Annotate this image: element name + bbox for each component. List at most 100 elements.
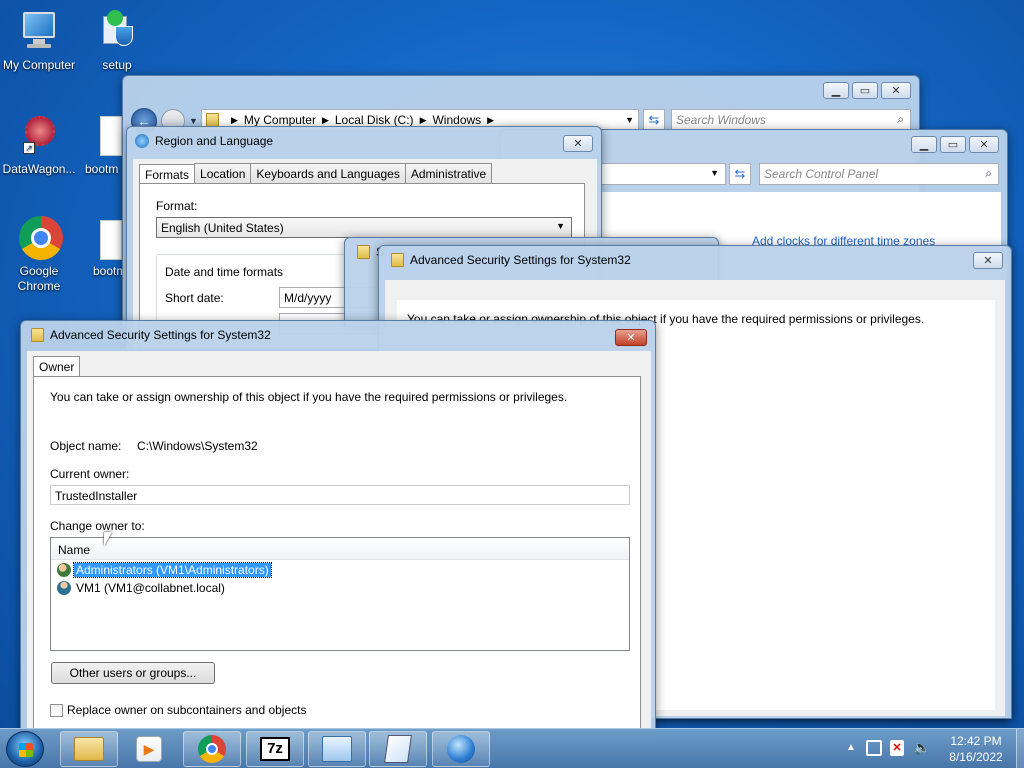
- show-desktop-button[interactable]: [1016, 729, 1024, 768]
- clock-date: 8/16/2022: [949, 750, 1003, 764]
- short-date-value: M/d/yyyy: [284, 291, 332, 305]
- address-dropdown-icon[interactable]: ▼: [625, 115, 634, 125]
- desktop-icon-label: DataWagon...: [2, 162, 76, 176]
- search-placeholder: Search Windows: [676, 113, 766, 127]
- refresh-icon[interactable]: ⇆: [643, 109, 665, 131]
- dialog-title: Advanced Security Settings for System32: [50, 328, 271, 342]
- short-date-label: Short date:: [165, 291, 224, 305]
- taskbar-control-panel[interactable]: [308, 731, 366, 767]
- datawagon-icon: ↗: [15, 112, 63, 160]
- desktop-icon-setup[interactable]: setup: [78, 8, 156, 72]
- format-select[interactable]: English (United States) ▼: [156, 217, 572, 238]
- taskbar-notepad[interactable]: [369, 731, 427, 767]
- minimize-button[interactable]: ▁: [823, 82, 849, 99]
- desktop-icon-datawagon[interactable]: ↗ DataWagon...: [0, 112, 78, 176]
- dialog-title: Advanced Security Settings for System32: [410, 253, 631, 267]
- address-dropdown-icon[interactable]: ▼: [710, 168, 719, 178]
- desktop-icon-bootm-1[interactable]: bootm: [72, 112, 128, 176]
- breadcrumb-separator-icon: ▶: [419, 114, 427, 125]
- user-group-icon: [57, 563, 71, 577]
- system-clock[interactable]: 12:42 PM 8/16/2022: [938, 733, 1014, 765]
- show-hidden-icons-icon[interactable]: ▲: [846, 742, 856, 753]
- list-item[interactable]: Administrators (VM1\Administrators): [57, 562, 272, 578]
- close-button[interactable]: ✕: [615, 329, 647, 346]
- breadcrumb-item[interactable]: Local Disk (C:): [335, 113, 414, 127]
- owner-list[interactable]: Name Administrators (VM1\Administrators)…: [50, 537, 630, 651]
- globe-icon: [135, 134, 149, 148]
- search-placeholder: Search Control Panel: [764, 167, 879, 181]
- close-button[interactable]: ✕: [973, 252, 1003, 269]
- dialog-title: Region and Language: [155, 134, 274, 148]
- chrome-icon: [15, 214, 63, 262]
- file-icon: [98, 112, 122, 160]
- desktop-icon-label: bootm: [93, 264, 127, 278]
- current-owner-label: Current owner:: [50, 467, 130, 481]
- breadcrumb-separator-icon: ▶: [487, 114, 495, 125]
- format-select-value: English (United States): [161, 221, 284, 235]
- breadcrumb-item[interactable]: Windows: [432, 113, 481, 127]
- current-owner-value: TrustedInstaller: [55, 489, 138, 503]
- advanced-security-settings-dialog[interactable]: Advanced Security Settings for System32 …: [20, 320, 656, 730]
- owner-name[interactable]: VM1 (VM1@collabnet.local): [74, 581, 227, 595]
- search-icon[interactable]: ⌕: [897, 112, 904, 127]
- tab-administrative[interactable]: Administrative: [404, 163, 493, 184]
- folder-icon: [206, 113, 219, 127]
- taskbar-explorer[interactable]: [60, 731, 118, 767]
- desktop-icon-my-computer[interactable]: My Computer: [0, 8, 78, 72]
- desktop-icon-google-chrome[interactable]: Google Chrome: [0, 214, 78, 294]
- desktop-icon-label: setup: [102, 58, 132, 72]
- speaker-icon[interactable]: 🔈: [913, 739, 930, 756]
- tab-keyboards-and-languages[interactable]: Keyboards and Languages: [250, 163, 406, 184]
- mouse-cursor-icon: [104, 532, 112, 546]
- maximize-button[interactable]: ▭: [940, 136, 966, 153]
- close-button[interactable]: ✕: [563, 135, 593, 152]
- date-time-formats-heading: Date and time formats: [165, 265, 284, 279]
- refresh-icon[interactable]: ⇆: [729, 163, 751, 185]
- 7zip-icon: 7z: [260, 737, 290, 761]
- search-input[interactable]: Search Windows ⌕: [671, 109, 911, 131]
- taskbar-chrome[interactable]: [183, 731, 241, 767]
- minimize-button[interactable]: ▁: [911, 136, 937, 153]
- taskbar-media-player[interactable]: ▶: [120, 731, 178, 767]
- breadcrumb-item[interactable]: My Computer: [244, 113, 316, 127]
- search-icon[interactable]: ⌕: [985, 166, 992, 181]
- chevron-down-icon: ▼: [556, 221, 565, 231]
- desktop-icon-label: My Computer: [2, 58, 76, 72]
- desktop-icon-label: Google Chrome: [17, 264, 61, 293]
- file-icon: [98, 214, 122, 262]
- setup-icon: [93, 8, 141, 56]
- ownership-message: You can take or assign ownership of this…: [50, 390, 568, 404]
- breadcrumb-separator-icon: ▶: [231, 114, 238, 125]
- desktop-icon-bootm-2[interactable]: bootm: [72, 214, 128, 278]
- list-item[interactable]: VM1 (VM1@collabnet.local): [57, 581, 227, 595]
- current-owner-field: TrustedInstaller: [50, 485, 630, 505]
- close-button[interactable]: ✕: [881, 82, 911, 99]
- taskbar: ▶ 7z ▲ ✕ 🔈 12:42 PM 8/16/2022: [0, 728, 1024, 768]
- tab-location[interactable]: Location: [194, 163, 252, 184]
- replace-owner-checkbox[interactable]: [50, 704, 63, 717]
- maximize-button[interactable]: ▭: [852, 82, 878, 99]
- action-center-icon[interactable]: ✕: [890, 740, 904, 756]
- windows-logo-icon: [19, 743, 33, 757]
- name-column-header[interactable]: Name: [51, 538, 629, 560]
- history-dropdown-icon[interactable]: ▼: [189, 116, 198, 126]
- close-button[interactable]: ✕: [969, 136, 999, 153]
- start-button[interactable]: [6, 731, 44, 767]
- taskbar-7zip[interactable]: 7z: [246, 731, 304, 767]
- computer-icon: [15, 8, 63, 56]
- folder-icon: [31, 328, 44, 342]
- user-icon: [57, 581, 71, 595]
- change-owner-label: Change owner to:: [50, 519, 145, 533]
- other-users-or-groups-button[interactable]: Other users or groups...: [51, 662, 215, 684]
- media-player-icon: ▶: [136, 736, 162, 762]
- format-label: Format:: [156, 199, 198, 213]
- replace-owner-label: Replace owner on subcontainers and objec…: [67, 703, 307, 717]
- chrome-icon: [198, 735, 226, 763]
- folder-icon: [357, 245, 370, 259]
- notepad-icon: [384, 735, 412, 763]
- search-input[interactable]: Search Control Panel ⌕: [759, 163, 999, 185]
- taskbar-network[interactable]: [432, 731, 490, 767]
- network-tray-icon[interactable]: [866, 740, 882, 756]
- owner-name[interactable]: Administrators (VM1\Administrators): [73, 562, 272, 578]
- network-globe-icon: [447, 735, 475, 763]
